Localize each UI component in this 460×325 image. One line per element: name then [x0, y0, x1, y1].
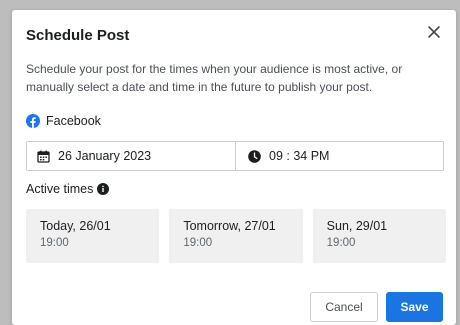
platform-name: Facebook [46, 114, 101, 128]
dialog-description: Schedule your post for the times when yo… [26, 62, 403, 94]
slot-day: Tomorrow, 27/01 [183, 219, 276, 233]
datetime-picker: 26 January 2023 09 : 34 PM [26, 141, 444, 171]
slot-time: 19:00 [326, 237, 356, 249]
slot-day: Sun, 29/01 [326, 219, 388, 233]
time-value: 09 : 34 PM [269, 149, 330, 163]
slot-time: 19:00 [40, 237, 69, 249]
active-times-label: Active times [26, 182, 110, 196]
time-slot-tomorrow[interactable]: Tomorrow, 27/01 19:00 [169, 209, 303, 263]
date-input[interactable]: 26 January 2023 [27, 142, 236, 170]
platform-row: Facebook [26, 114, 101, 128]
clock-icon [248, 149, 261, 163]
dialog-actions: Cancel Save [310, 292, 443, 322]
slot-time: 19:00 [183, 237, 213, 249]
time-slot-today[interactable]: Today, 26/01 19:00 [26, 209, 160, 263]
dialog-title: Schedule Post [26, 27, 130, 44]
time-input[interactable]: 09 : 34 PM [236, 142, 443, 170]
calendar-icon [37, 150, 50, 163]
schedule-post-dialog: Schedule Post Schedule your post for the… [12, 10, 456, 325]
slot-day: Today, 26/01 [40, 219, 111, 233]
close-icon[interactable] [426, 24, 442, 40]
time-slot-sunday[interactable]: Sun, 29/01 19:00 [312, 209, 446, 263]
save-button[interactable]: Save [386, 292, 443, 322]
cancel-button[interactable]: Cancel [310, 292, 378, 322]
info-icon[interactable] [97, 183, 110, 195]
active-time-slots: Today, 26/01 19:00 Tomorrow, 27/01 19:00… [26, 209, 446, 263]
facebook-icon [26, 114, 40, 128]
date-value: 26 January 2023 [58, 149, 152, 163]
active-times-text: Active times [26, 182, 94, 196]
